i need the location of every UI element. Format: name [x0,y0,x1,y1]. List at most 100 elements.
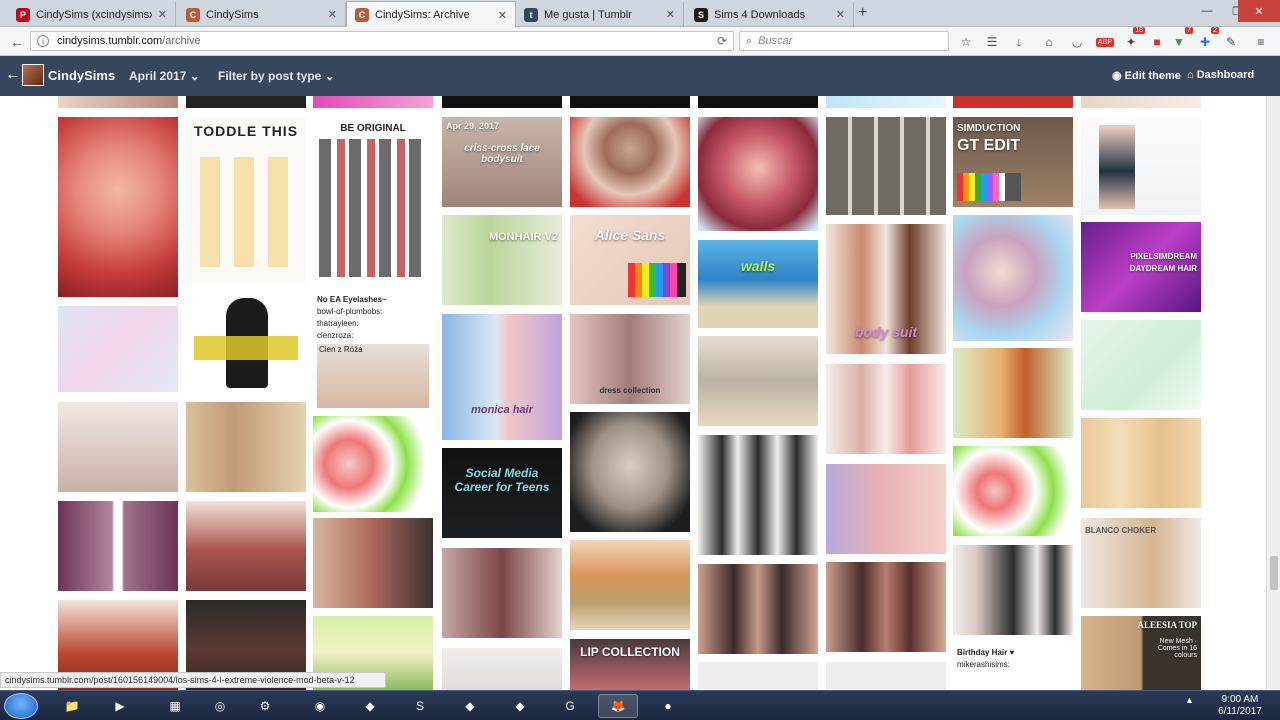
sims-studio-icon[interactable]: S [400,694,440,718]
post-thumbnail[interactable] [698,336,818,426]
post-thumbnail[interactable] [698,435,818,555]
site-info-icon[interactable]: i [37,35,49,47]
start-button[interactable] [4,693,38,719]
post-thumbnail[interactable] [442,96,562,108]
post-thumbnail[interactable] [826,117,946,215]
bookmark-star-icon[interactable]: ☆ [957,33,975,51]
sims-icon[interactable]: ◆ [450,694,490,718]
search-input[interactable]: ⌕ Buscar [739,31,949,51]
post-thumbnail[interactable] [313,416,433,512]
post-thumbnail[interactable] [698,117,818,231]
menu-icon[interactable]: ≡ [1252,33,1270,51]
post-thumbnail[interactable] [826,662,946,690]
home-icon[interactable]: ⌂ [1040,33,1058,51]
post-thumbnail[interactable] [698,564,818,654]
pocket-icon[interactable]: ◡ [1068,33,1086,51]
reload-icon[interactable]: ⟳ [717,34,727,48]
downloads-icon[interactable]: ↓ [1010,33,1028,51]
post-thumbnail[interactable] [570,412,690,532]
adblock-icon[interactable]: ABP [1096,33,1115,51]
extension-icon[interactable]: ■ [1148,33,1166,51]
text-post[interactable]: Birthday Hair ♥ mikerashisims: [953,643,1073,687]
text-post[interactable]: No EA Eyelashes~ bowl-of-plumbobs: thatr… [313,294,433,408]
post-thumbnail[interactable]: SIMDUCTION GT EDIT [953,117,1073,207]
post-thumbnail[interactable] [953,545,1073,635]
close-tab-icon[interactable]: ✕ [158,8,167,21]
new-tab-button[interactable]: + [858,4,867,22]
extension-icon[interactable]: ✦ 18 [1122,27,1145,51]
post-thumbnail[interactable] [442,548,562,638]
post-thumbnail[interactable] [698,96,818,108]
tab-tumblr-likes[interactable]: t Me gusta | Tumblr ✕ [516,2,684,27]
post-thumbnail[interactable] [186,402,306,492]
sims-icon[interactable]: ◆ [350,694,390,718]
app-icon[interactable]: ▦ [155,694,195,718]
post-thumbnail[interactable] [953,96,1073,108]
post-thumbnail[interactable] [1081,117,1201,215]
post-thumbnail[interactable] [58,501,178,591]
post-thumbnail[interactable]: Alice Sans [570,215,690,305]
post-thumbnail[interactable]: ALEESIA TOP New Mesh · Comes in 16 colou… [1081,616,1201,690]
post-thumbnail[interactable] [570,540,690,630]
post-thumbnail[interactable] [826,364,946,454]
post-thumbnail[interactable]: PIXELSIMDREAM DAYDREAM HAIR [1081,222,1201,312]
close-tab-icon[interactable]: ✕ [498,9,507,22]
post-thumbnail[interactable] [442,648,562,690]
post-type-filter-dropdown[interactable]: Filter by post type ⌄ [218,69,335,83]
post-thumbnail[interactable] [698,662,818,690]
post-thumbnail[interactable] [826,96,946,108]
tab-pinterest[interactable]: P CindySims (xcindysimsx) en P ✕ [8,2,176,27]
post-thumbnail[interactable] [58,96,178,108]
tab-sims4-downloads[interactable]: S Sims 4 Downloads ✕ [686,2,854,27]
close-window-button[interactable]: ✕ [1238,0,1280,22]
post-thumbnail[interactable] [953,348,1073,438]
back-arrow-icon[interactable]: ← [5,66,21,84]
post-thumbnail[interactable] [313,96,433,108]
post-thumbnail[interactable]: BLANCO CHOKER [1081,518,1201,608]
post-thumbnail[interactable] [58,306,178,392]
month-filter-dropdown[interactable]: April 2017 ⌄ [129,69,200,83]
address-bar[interactable]: i cindysims.tumblr.com /archive ⟳ [30,31,734,51]
post-thumbnail[interactable] [826,562,946,652]
edit-theme-button[interactable]: ◉ Edit theme [1112,69,1181,82]
tab-cindysims[interactable]: C CindySims ✕ [178,2,346,27]
close-tab-icon[interactable]: ✕ [328,8,337,21]
post-thumbnail[interactable] [186,501,306,591]
obs-icon[interactable]: ● [648,694,688,718]
post-thumbnail[interactable] [1081,96,1201,108]
extension-icon[interactable]: ▼ 7 [1170,27,1193,51]
post-thumbnail[interactable] [186,96,306,108]
file-explorer-icon[interactable]: 📁 [52,694,92,718]
post-thumbnail[interactable] [1081,320,1201,410]
page-scrollbar[interactable] [1266,96,1280,690]
steam-icon[interactable]: ⚙ [245,694,285,718]
avatar[interactable] [22,64,44,86]
post-thumbnail[interactable]: monica hair [442,314,562,440]
origin-icon[interactable]: ◉ [300,694,340,718]
clock[interactable]: 9:00 AM 6/11/2017 [1210,694,1270,718]
post-thumbnail[interactable] [570,117,690,207]
gw2-icon[interactable]: G [550,694,590,718]
post-thumbnail[interactable] [58,117,178,297]
blog-name[interactable]: CindySims [48,68,115,83]
back-button[interactable]: ← [7,32,27,52]
extension-icon[interactable]: ✎ [1222,33,1240,51]
post-thumbnail[interactable]: Apr 29, 2017 criss-cross lace bodysuit [442,117,562,207]
minimize-button[interactable]: — [1192,0,1222,22]
scrollbar-thumb[interactable] [1270,556,1278,590]
post-thumbnail[interactable] [186,292,306,394]
dashboard-button[interactable]: ⌂ Dashboard [1187,69,1254,81]
post-thumbnail[interactable]: TODDLE THIS [186,117,306,282]
reading-list-icon[interactable]: ☰ [983,33,1001,51]
post-thumbnail[interactable] [1081,418,1201,508]
post-thumbnail[interactable]: MONHAIR V2 [442,215,562,305]
post-thumbnail[interactable]: walls [698,240,818,328]
post-thumbnail[interactable] [826,464,946,554]
close-tab-icon[interactable]: ✕ [666,8,675,21]
post-thumbnail[interactable]: LIP COLLECTION [570,639,690,690]
media-player-icon[interactable]: ▶ [100,694,140,718]
tab-cindysims-archive[interactable]: C CindySims: Archive ✕ [346,1,516,28]
close-tab-icon[interactable]: ✕ [836,8,845,21]
post-thumbnail[interactable] [953,215,1073,341]
post-thumbnail[interactable] [953,446,1073,536]
